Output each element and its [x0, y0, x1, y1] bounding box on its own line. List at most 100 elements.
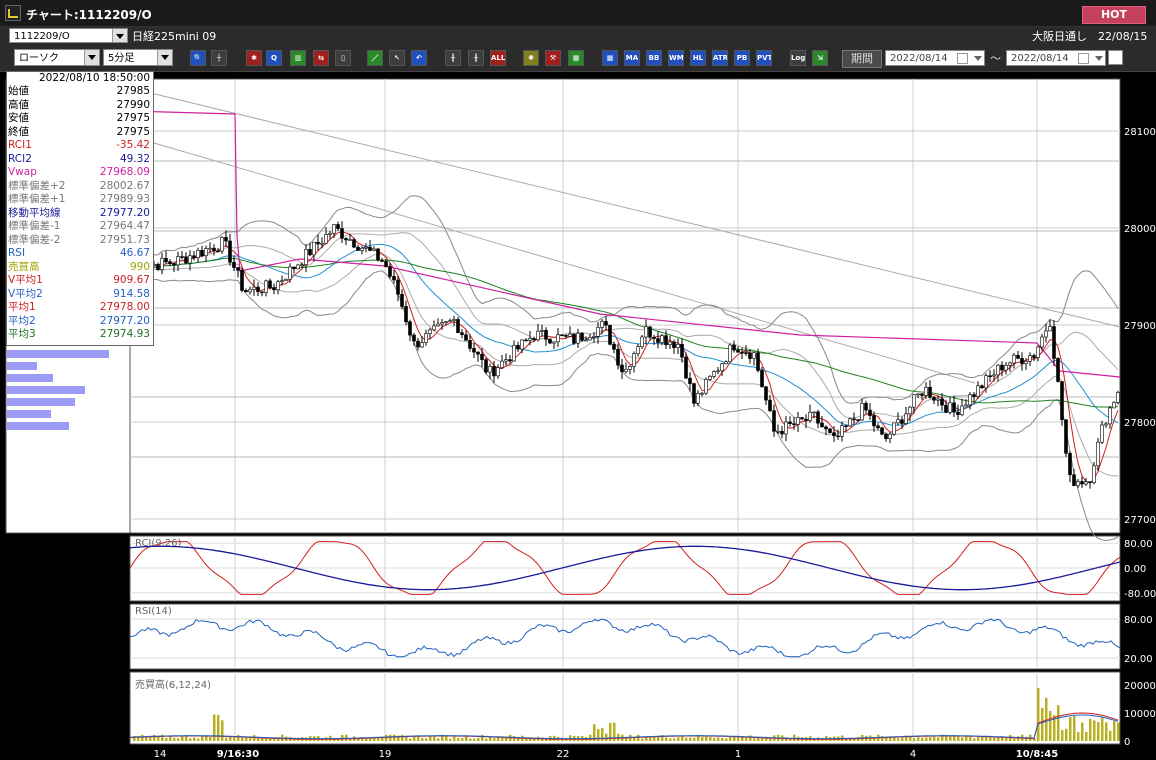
volume-bar	[1105, 722, 1108, 741]
log-icon[interactable]: Log	[790, 50, 806, 66]
candle-body	[536, 330, 540, 341]
calendar-icon[interactable]	[957, 53, 968, 64]
wrench-icon[interactable]: ⚒	[545, 50, 561, 66]
range-checkbox[interactable]	[1108, 50, 1123, 65]
cursor-icon[interactable]: ↖	[389, 50, 405, 66]
bar-icon[interactable]: ╫	[445, 50, 461, 66]
hot-button[interactable]: HOT	[1082, 6, 1146, 24]
candle-body	[248, 289, 252, 293]
candle-body	[488, 366, 492, 373]
candle-body	[344, 238, 348, 241]
period-button[interactable]: 期間	[842, 50, 882, 68]
candle-body	[648, 326, 652, 338]
rci-tick-label: -80.00	[1124, 589, 1156, 600]
grid-icon[interactable]: ▦	[602, 50, 618, 66]
hl-icon[interactable]: HL	[690, 50, 706, 66]
bar2-icon[interactable]: ╫	[468, 50, 484, 66]
date-from-input[interactable]: 2022/08/14	[885, 50, 985, 66]
undo-icon[interactable]: ↶	[411, 50, 427, 66]
search-icon[interactable]: 🔍	[190, 50, 206, 66]
info-label: 売買高	[8, 260, 40, 273]
chevron-down-icon[interactable]	[84, 50, 99, 65]
rsi-label: RSI(14)	[135, 606, 172, 617]
volume-bar	[1057, 705, 1060, 741]
symbol-select[interactable]: 1112209/O	[9, 28, 128, 43]
chart-icon[interactable]: ▥	[290, 50, 306, 66]
candle-body	[500, 360, 504, 368]
volume-bar	[177, 738, 180, 741]
candle-body	[384, 261, 388, 267]
volume-bar	[457, 737, 460, 741]
memo-icon[interactable]: ▯	[335, 50, 351, 66]
pvt-icon[interactable]: PVT	[756, 50, 772, 66]
price-tick-label: 27700	[1124, 515, 1156, 526]
candle-body	[972, 394, 976, 397]
chevron-down-icon[interactable]	[974, 56, 982, 61]
candle-body	[356, 246, 360, 251]
pen-icon[interactable]: ／	[367, 50, 383, 66]
candle-body	[188, 255, 192, 264]
volume-bar	[241, 737, 244, 741]
export-icon[interactable]: ⇲	[812, 50, 828, 66]
gear-icon[interactable]: ✺	[523, 50, 539, 66]
candle-body	[440, 322, 444, 325]
volume-bar	[665, 737, 668, 741]
compare-icon[interactable]: ⇆	[313, 50, 329, 66]
candle-body	[1016, 354, 1020, 359]
candle-body	[260, 291, 264, 294]
info-value: 914.58	[113, 287, 150, 300]
info-row: 始値 27985	[7, 85, 150, 97]
palette-icon[interactable]: ▦	[568, 50, 584, 66]
candle-body	[916, 393, 920, 396]
candle-body	[760, 370, 764, 388]
candle-body	[432, 325, 436, 331]
volume-bar	[181, 735, 184, 741]
info-value: 27985	[116, 85, 150, 97]
info-label: 標準偏差-1	[8, 220, 61, 232]
timeframe-select[interactable]: 5分足	[103, 49, 173, 66]
chevron-down-icon[interactable]	[157, 50, 172, 65]
date-to-input[interactable]: 2022/08/14	[1006, 50, 1106, 66]
rci-tick-label: 0.00	[1124, 564, 1146, 575]
candle-body	[768, 399, 772, 411]
candle-body	[328, 232, 332, 235]
all-icon[interactable]: ALL	[490, 50, 506, 66]
ma-icon[interactable]: MA	[624, 50, 640, 66]
candle-body	[420, 342, 424, 348]
volume-bar	[669, 738, 672, 741]
volume-bar	[273, 738, 276, 741]
candle-body	[324, 234, 328, 244]
candle-body	[288, 266, 292, 280]
atr-icon[interactable]: ATR	[712, 50, 728, 66]
candle-body	[168, 261, 172, 264]
info-label: 標準偏差+2	[8, 179, 66, 192]
zoom-icon[interactable]: Q	[266, 50, 282, 66]
volume-panel	[129, 671, 1121, 745]
candle-body	[308, 249, 312, 256]
tool-icon[interactable]: ✱	[246, 50, 262, 66]
crosshair-icon[interactable]: ┼	[211, 50, 227, 66]
wma-icon[interactable]: WMA	[668, 50, 684, 66]
chart-area[interactable]: 28100 28000 27900 27800 27700 80.00 0.00 -80.00…	[0, 71, 1156, 760]
chevron-down-icon[interactable]	[112, 29, 127, 42]
candle-body	[176, 256, 180, 266]
candle-body	[608, 324, 612, 345]
candle-body	[1092, 465, 1096, 483]
chevron-down-icon[interactable]	[1095, 56, 1103, 61]
chart-type-select[interactable]: ローソク	[14, 49, 100, 66]
calendar-icon[interactable]	[1078, 53, 1089, 64]
volume-bar	[901, 737, 904, 741]
candle-body	[292, 266, 296, 270]
candle-body	[228, 240, 232, 263]
price-tick-label: 27800	[1124, 418, 1156, 429]
candle-body	[460, 332, 464, 336]
candle-body	[1072, 474, 1076, 486]
parabolic-icon[interactable]: PB	[734, 50, 750, 66]
candle-body	[1112, 402, 1116, 409]
candle-body	[584, 339, 588, 342]
candle-body	[452, 319, 456, 321]
bb-icon[interactable]: BB	[646, 50, 662, 66]
volume-bar	[717, 737, 720, 741]
candle-body	[624, 368, 628, 372]
volume-bar	[1073, 716, 1076, 741]
